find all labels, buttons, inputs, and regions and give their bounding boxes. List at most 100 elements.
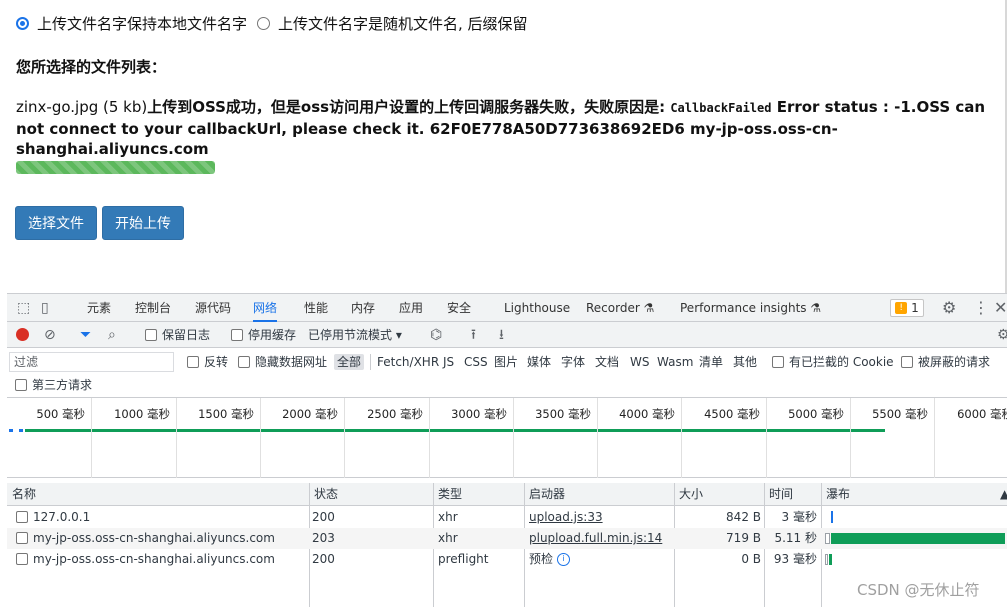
preserve-log-label: 保留日志	[162, 328, 211, 342]
select-file-button[interactable]: 选择文件	[15, 206, 97, 240]
tab-memory[interactable]: 内存	[351, 294, 375, 322]
import-har-icon[interactable]: ⭱	[471, 322, 476, 348]
invert-checkbox[interactable]	[187, 356, 199, 368]
tab-security[interactable]: 安全	[447, 294, 471, 322]
issues-badge[interactable]: ! 1	[890, 299, 924, 317]
column-size-header[interactable]: 大小	[674, 483, 703, 506]
invert-label: 反转	[204, 355, 229, 369]
column-waterfall-header[interactable]: 瀑布	[821, 483, 850, 506]
table-row[interactable]: my-jp-oss.oss-cn-shanghai.aliyuncs.com 2…	[7, 528, 1007, 549]
filter-type-img[interactable]: 图片	[494, 354, 518, 370]
blocked-cookies-checkbox[interactable]	[772, 356, 784, 368]
device-toolbar-icon[interactable]: ▯	[41, 294, 49, 322]
devtools-tabbar: ⬚ ▯ 元素 控制台 源代码 网络 性能 内存 应用 安全 Lighthouse…	[7, 294, 1007, 322]
invert-toggle[interactable]: 反转	[187, 354, 228, 370]
radio-keep-name[interactable]	[16, 16, 29, 30]
filter-icon[interactable]: ⏷	[80, 322, 91, 348]
waterfall-wait-bar[interactable]	[825, 554, 828, 565]
clear-icon[interactable]: ⊘	[44, 322, 56, 348]
request-initiator-link[interactable]: plupload.full.min.js:14	[529, 528, 669, 549]
filter-type-font[interactable]: 字体	[561, 354, 585, 370]
filter-type-all[interactable]: 全部	[334, 354, 365, 370]
more-options-icon[interactable]: ⋮	[973, 294, 989, 322]
request-time: 93 毫秒	[773, 552, 817, 566]
name-mode-radio-group: 上传文件名字保持本地文件名字 上传文件名字是随机文件名, 后缀保留	[16, 12, 538, 34]
network-overview-timeline[interactable]: 500 毫秒 1000 毫秒 1500 毫秒 2000 毫秒 2500 毫秒 3000 毫…	[7, 398, 1007, 478]
table-row[interactable]: 127.0.0.1 200 xhr upload.js:33 842 B 3 毫…	[7, 507, 1007, 528]
radio-keep-name-label[interactable]: 上传文件名字保持本地文件名字	[37, 13, 247, 34]
hide-data-urls-label: 隐藏数据网址	[255, 355, 328, 369]
inspect-element-icon[interactable]: ⬚	[17, 294, 30, 322]
timeline-tick-label: 3000 毫秒	[451, 407, 507, 421]
tab-lighthouse[interactable]: Lighthouse	[504, 294, 570, 322]
overview-request-bar	[9, 429, 13, 432]
hide-data-urls-toggle[interactable]: 隐藏数据网址	[238, 354, 327, 370]
row-icon	[16, 553, 28, 565]
waterfall-bar[interactable]	[831, 511, 833, 523]
disable-cache-toggle[interactable]: 停用缓存	[231, 322, 296, 348]
devtools-panel: ⬚ ▯ 元素 控制台 源代码 网络 性能 内存 应用 安全 Lighthouse…	[7, 293, 1007, 607]
blocked-requests-checkbox[interactable]	[901, 356, 913, 368]
column-type-header[interactable]: 类型	[433, 483, 462, 506]
filter-type-media[interactable]: 媒体	[527, 354, 551, 370]
tab-performance-insights[interactable]: Performance insights ⚗	[680, 294, 821, 322]
hide-data-urls-checkbox[interactable]	[238, 356, 250, 368]
third-party-checkbox[interactable]	[15, 379, 27, 391]
throttling-select[interactable]: 已停用节流模式 ▾	[308, 322, 402, 348]
third-party-toggle[interactable]: 第三方请求	[15, 377, 92, 393]
filter-type-ws[interactable]: WS	[630, 354, 649, 370]
close-devtools-icon[interactable]: ✕	[994, 294, 1007, 322]
request-type: xhr	[438, 531, 458, 545]
column-status-header[interactable]: 状态	[309, 483, 338, 506]
request-initiator-link[interactable]: upload.js:33	[529, 507, 669, 528]
start-upload-button[interactable]: 开始上传	[102, 206, 184, 240]
filter-separator	[370, 354, 371, 370]
disable-cache-label: 停用缓存	[248, 328, 297, 342]
file-entry: zinx-go.jpg (5 kb)上传到OSS成功，但是oss访问用户设置的上…	[16, 97, 991, 160]
tab-elements[interactable]: 元素	[87, 294, 111, 322]
radio-random-name-label[interactable]: 上传文件名字是随机文件名, 后缀保留	[278, 13, 528, 34]
waterfall-wait-bar[interactable]	[825, 533, 830, 544]
filter-type-manifest[interactable]: 清单	[699, 354, 723, 370]
blocked-cookies-toggle[interactable]: 有已拦截的 Cookie	[772, 354, 894, 370]
waterfall-bar[interactable]	[829, 554, 832, 565]
tab-performance[interactable]: 性能	[304, 294, 328, 322]
filter-type-wasm[interactable]: Wasm	[657, 354, 693, 370]
filter-type-doc[interactable]: 文档	[595, 354, 619, 370]
request-name[interactable]: my-jp-oss.oss-cn-shanghai.aliyuncs.com	[33, 528, 305, 549]
filter-type-fetch-xhr[interactable]: Fetch/XHR	[377, 354, 439, 370]
tab-console[interactable]: 控制台	[135, 294, 171, 322]
preserve-log-checkbox[interactable]	[145, 329, 157, 341]
file-name: zinx-go.jpg (5 kb)	[16, 98, 148, 116]
radio-random-name[interactable]	[257, 16, 271, 30]
filter-type-other[interactable]: 其他	[733, 354, 757, 370]
tab-recorder[interactable]: Recorder ⚗	[586, 294, 654, 322]
settings-gear-icon[interactable]: ⚙	[942, 294, 956, 322]
preserve-log-toggle[interactable]: 保留日志	[145, 322, 210, 348]
tab-network[interactable]: 网络	[253, 294, 278, 322]
filter-input[interactable]: 过滤	[9, 352, 174, 372]
disable-cache-checkbox[interactable]	[231, 329, 243, 341]
preflight-info-icon[interactable]: i	[557, 553, 571, 566]
request-name[interactable]: 127.0.0.1	[33, 507, 305, 528]
column-initiator-header[interactable]: 启动器	[524, 483, 565, 506]
table-row[interactable]: my-jp-oss.oss-cn-shanghai.aliyuncs.com 2…	[7, 549, 1007, 570]
overview-request-bar	[19, 429, 23, 432]
search-icon[interactable]: ⌕	[108, 322, 116, 348]
row-icon	[16, 511, 28, 523]
export-har-icon[interactable]: ⭳	[499, 322, 504, 348]
column-time-header[interactable]: 时间	[764, 483, 793, 506]
filter-type-css[interactable]: CSS	[464, 354, 488, 370]
filter-type-js[interactable]: JS	[443, 354, 454, 370]
request-name[interactable]: my-jp-oss.oss-cn-shanghai.aliyuncs.com	[33, 549, 305, 570]
network-settings-icon[interactable]: ⚙	[997, 322, 1007, 348]
blocked-requests-toggle[interactable]: 被屏蔽的请求	[901, 354, 990, 370]
record-icon[interactable]	[16, 328, 29, 341]
tab-application[interactable]: 应用	[399, 294, 423, 322]
column-name-header[interactable]: 名称	[7, 483, 36, 506]
tab-sources[interactable]: 源代码	[195, 294, 231, 322]
request-time: 3 毫秒	[781, 510, 817, 524]
network-conditions-icon[interactable]: ⌬	[430, 322, 442, 348]
waterfall-bar[interactable]	[831, 533, 1005, 544]
issue-flag-icon: !	[895, 302, 908, 314]
